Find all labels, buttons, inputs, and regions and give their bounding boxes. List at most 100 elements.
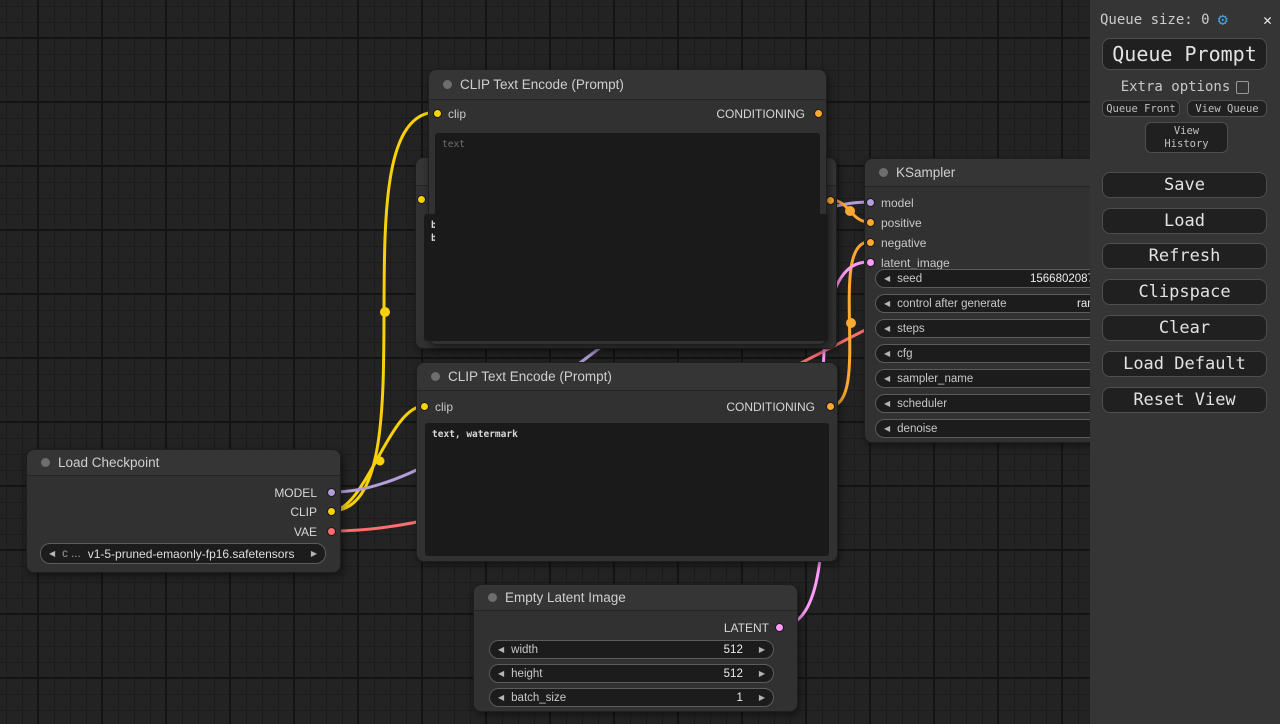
width-widget[interactable]: ◀ width 512 ▶ xyxy=(489,640,774,659)
widget-label: seed xyxy=(897,273,922,285)
queue-front-button[interactable]: Queue Front xyxy=(1102,100,1180,117)
node-title-bar[interactable]: Load Checkpoint xyxy=(27,450,340,476)
widget-value: 512 xyxy=(724,668,743,680)
load-default-button[interactable]: Load Default xyxy=(1102,351,1267,377)
node-collapse-dot[interactable] xyxy=(488,593,497,602)
widget-label: cfg xyxy=(897,348,912,360)
clipspace-button[interactable]: Clipspace xyxy=(1102,279,1267,305)
conditioning-output-port[interactable] xyxy=(826,196,835,205)
latent-image-input-label: latent_image xyxy=(881,256,950,270)
model-input-port[interactable] xyxy=(866,198,875,207)
positive-input-label: positive xyxy=(881,216,922,230)
decrement-icon[interactable]: ◀ xyxy=(884,300,890,308)
link-dot[interactable] xyxy=(376,457,385,466)
node-title: Load Checkpoint xyxy=(58,455,159,470)
latent-output-port[interactable] xyxy=(775,623,784,632)
model-output-port[interactable] xyxy=(327,488,336,497)
increment-icon[interactable]: ▶ xyxy=(759,670,765,678)
load-button[interactable]: Load xyxy=(1102,208,1267,234)
link-dot[interactable] xyxy=(846,318,856,328)
decrement-icon[interactable]: ◀ xyxy=(884,375,890,383)
close-icon[interactable]: ✕ xyxy=(1263,11,1272,29)
model-output-label: MODEL xyxy=(274,486,317,500)
widget-label: denoise xyxy=(897,423,937,435)
reset-view-button[interactable]: Reset View xyxy=(1102,387,1267,413)
link-dot[interactable] xyxy=(380,307,390,317)
widget-value: 1566802087 xyxy=(1030,273,1094,285)
vae-output-port[interactable] xyxy=(327,527,336,536)
node-load-checkpoint[interactable]: Load Checkpoint MODEL CLIP VAE ◀ c ... v… xyxy=(26,449,341,573)
conditioning-output-port[interactable] xyxy=(826,402,835,411)
refresh-button[interactable]: Refresh xyxy=(1102,243,1267,269)
vae-output-label: VAE xyxy=(294,525,317,539)
view-queue-button[interactable]: View Queue xyxy=(1187,100,1267,117)
decrement-icon[interactable]: ◀ xyxy=(884,425,890,433)
widget-label: c ... xyxy=(62,548,81,560)
node-empty-latent-image[interactable]: Empty Latent Image LATENT ◀ width 512 ▶ … xyxy=(473,584,798,712)
node-title-bar[interactable]: CLIP Text Encode (Prompt) xyxy=(429,70,826,100)
node-title-bar[interactable]: CLIP Text Encode (Prompt) xyxy=(417,363,837,391)
decrement-icon[interactable]: ◀ xyxy=(884,350,890,358)
widget-label: scheduler xyxy=(897,398,947,410)
link-dot[interactable] xyxy=(845,206,855,216)
node-collapse-dot[interactable] xyxy=(41,458,50,467)
widget-label: sampler_name xyxy=(897,373,973,385)
node-title: CLIP Text Encode (Prompt) xyxy=(448,369,612,384)
prev-value-icon[interactable]: ◀ xyxy=(49,550,55,558)
latent-image-input-port[interactable] xyxy=(866,258,875,267)
decrement-icon[interactable]: ◀ xyxy=(498,670,504,678)
conditioning-output-label: CONDITIONING xyxy=(716,107,805,121)
negative-input-port[interactable] xyxy=(866,238,875,247)
batch-size-widget[interactable]: ◀ batch_size 1 ▶ xyxy=(489,688,774,707)
positive-input-port[interactable] xyxy=(866,218,875,227)
node-title: KSampler xyxy=(896,165,955,180)
next-value-icon[interactable]: ▶ xyxy=(311,550,317,558)
increment-icon[interactable]: ▶ xyxy=(759,694,765,702)
decrement-icon[interactable]: ◀ xyxy=(884,275,890,283)
widget-value: 1 xyxy=(736,692,742,704)
clip-input-port[interactable] xyxy=(420,402,429,411)
decrement-icon[interactable]: ◀ xyxy=(884,400,890,408)
height-widget[interactable]: ◀ height 512 ▶ xyxy=(489,664,774,683)
queue-prompt-button[interactable]: Queue Prompt xyxy=(1102,38,1267,70)
widget-value: v1-5-pruned-emaonly-fp16.safetensors xyxy=(88,547,295,561)
clip-output-port[interactable] xyxy=(327,507,336,516)
save-button[interactable]: Save xyxy=(1102,172,1267,198)
ckpt-name-widget[interactable]: ◀ c ... v1-5-pruned-emaonly-fp16.safeten… xyxy=(40,543,326,564)
decrement-icon[interactable]: ◀ xyxy=(884,325,890,333)
node-title: Empty Latent Image xyxy=(505,590,626,605)
clip-input-label: clip xyxy=(435,400,453,414)
node-title-bar[interactable]: Empty Latent Image xyxy=(474,585,797,611)
node-collapse-dot[interactable] xyxy=(879,168,888,177)
node-collapse-dot[interactable] xyxy=(443,80,452,89)
widget-label: height xyxy=(511,668,542,680)
settings-gear-icon[interactable]: ⚙ xyxy=(1218,12,1228,29)
latent-output-label: LATENT xyxy=(724,621,769,635)
clip-input-label: clip xyxy=(448,107,466,121)
model-input-label: model xyxy=(881,196,914,210)
conditioning-output-label: CONDITIONING xyxy=(726,400,815,414)
decrement-icon[interactable]: ◀ xyxy=(498,646,504,654)
widget-value: 512 xyxy=(724,644,743,656)
menu-panel: Queue size: 0 ⚙ ✕ Queue Prompt Extra opt… xyxy=(1090,0,1280,724)
node-collapse-dot[interactable] xyxy=(431,372,440,381)
increment-icon[interactable]: ▶ xyxy=(759,646,765,654)
widget-label: control after generate xyxy=(897,298,1006,310)
widget-label: steps xyxy=(897,323,925,335)
clip-input-port[interactable] xyxy=(417,195,426,204)
view-history-button[interactable]: View History xyxy=(1145,122,1228,153)
clip-output-label: CLIP xyxy=(290,505,317,519)
queue-size-label: Queue size: 0 xyxy=(1100,12,1210,28)
decrement-icon[interactable]: ◀ xyxy=(498,694,504,702)
widget-label: batch_size xyxy=(511,692,566,704)
node-title: CLIP Text Encode (Prompt) xyxy=(460,77,624,92)
prompt-textarea[interactable]: text xyxy=(435,133,820,341)
clear-button[interactable]: Clear xyxy=(1102,315,1267,341)
clip-input-port[interactable] xyxy=(433,109,442,118)
conditioning-output-port[interactable] xyxy=(814,109,823,118)
negative-input-label: negative xyxy=(881,236,926,250)
extra-options-label: Extra options xyxy=(1121,79,1231,95)
extra-options-checkbox[interactable] xyxy=(1236,81,1249,94)
widget-label: width xyxy=(511,644,538,656)
prompt-textarea-negative[interactable]: text, watermark xyxy=(425,423,829,556)
